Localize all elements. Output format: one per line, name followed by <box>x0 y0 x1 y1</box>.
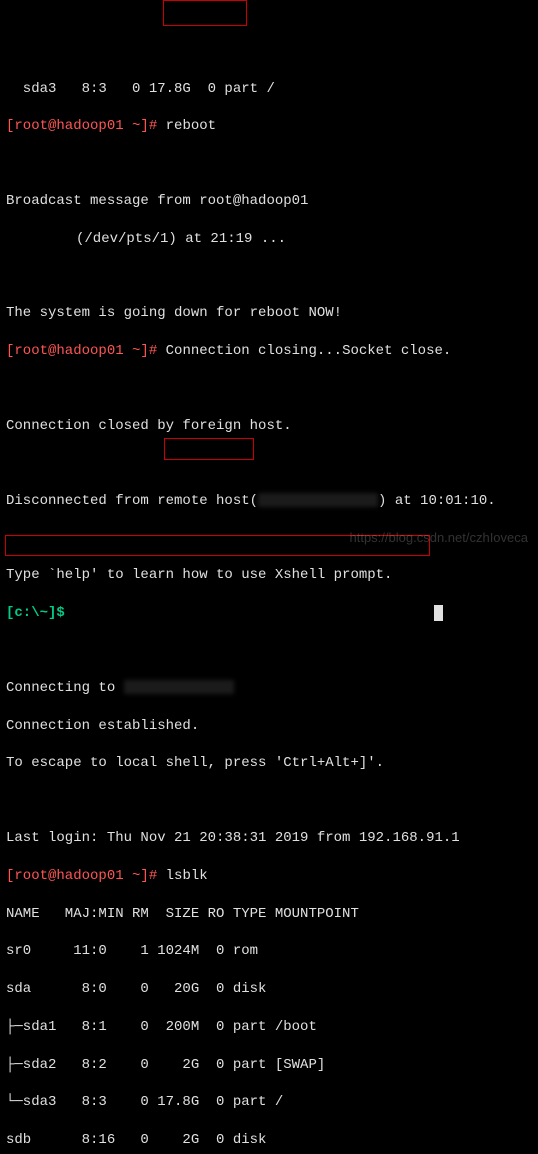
disconnected-text-a: Disconnected from remote host( <box>6 493 258 509</box>
prompt-root: [root@hadoop01 ~]# <box>6 118 157 134</box>
prompt-reboot-line: [root@hadoop01 ~]# reboot <box>6 117 532 136</box>
blank-line <box>6 155 532 173</box>
help-msg: Type `help' to learn how to use Xshell p… <box>6 566 532 585</box>
lsblk-row: sda 8:0 0 20G 0 disk <box>6 980 532 999</box>
connecting-text: Connecting to <box>6 680 124 696</box>
cmd-lsblk: lsblk <box>157 868 207 884</box>
blank-line <box>6 380 532 398</box>
redacted-host <box>258 493 378 507</box>
redacted-host-2 <box>124 680 234 694</box>
lsblk-row: └─sda3 8:3 0 17.8G 0 part / <box>6 1093 532 1112</box>
blank-line <box>6 268 532 286</box>
escape-msg: To escape to local shell, press 'Ctrl+Al… <box>6 754 532 773</box>
going-down-msg: The system is going down for reboot NOW! <box>6 304 532 323</box>
blank-line <box>6 455 532 473</box>
lsblk-row: sr0 11:0 1 1024M 0 rom <box>6 942 532 961</box>
highlight-box-reboot <box>163 0 247 26</box>
closing-line: [root@hadoop01 ~]# Connection closing...… <box>6 342 532 361</box>
closed-msg: Connection closed by foreign host. <box>6 417 532 436</box>
prompt-root: [root@hadoop01 ~]# <box>6 868 157 884</box>
watermark-text: https://blog.csdn.net/czhIoveca <box>350 529 529 547</box>
last-login: Last login: Thu Nov 21 20:38:31 2019 fro… <box>6 829 532 848</box>
local-prompt-line[interactable]: [c:\~]$ <box>6 604 532 623</box>
blank-line <box>6 642 532 660</box>
broadcast-msg-2: (/dev/pts/1) at 21:19 ... <box>6 230 532 249</box>
prompt-root: [root@hadoop01 ~]# <box>6 343 157 359</box>
cmd-reboot: reboot <box>157 118 216 134</box>
prompt-lsblk-line: [root@hadoop01 ~]# lsblk <box>6 867 532 886</box>
cutoff-top: sda3 8:3 0 17.8G 0 part / <box>6 80 532 99</box>
blank-line <box>6 792 532 810</box>
lsblk-row: ├─sda2 8:2 0 2G 0 part [SWAP] <box>6 1056 532 1075</box>
established-msg: Connection established. <box>6 717 532 736</box>
local-prompt: [c:\~]$ <box>6 605 65 621</box>
lsblk-header: NAME MAJ:MIN RM SIZE RO TYPE MOUNTPOINT <box>6 905 532 924</box>
connecting-line: Connecting to <box>6 679 532 698</box>
lsblk-row: ├─sda1 8:1 0 200M 0 part /boot <box>6 1018 532 1037</box>
closing-text: Connection closing...Socket close. <box>157 343 451 359</box>
disconnected-text-b: ) at 10:01:10. <box>378 493 496 509</box>
disconnected-line: Disconnected from remote host( ) at 10:01… <box>6 492 532 511</box>
cursor-icon <box>434 605 443 621</box>
broadcast-msg-1: Broadcast message from root@hadoop01 <box>6 192 532 211</box>
lsblk-row: sdb 8:16 0 2G 0 disk <box>6 1131 532 1150</box>
